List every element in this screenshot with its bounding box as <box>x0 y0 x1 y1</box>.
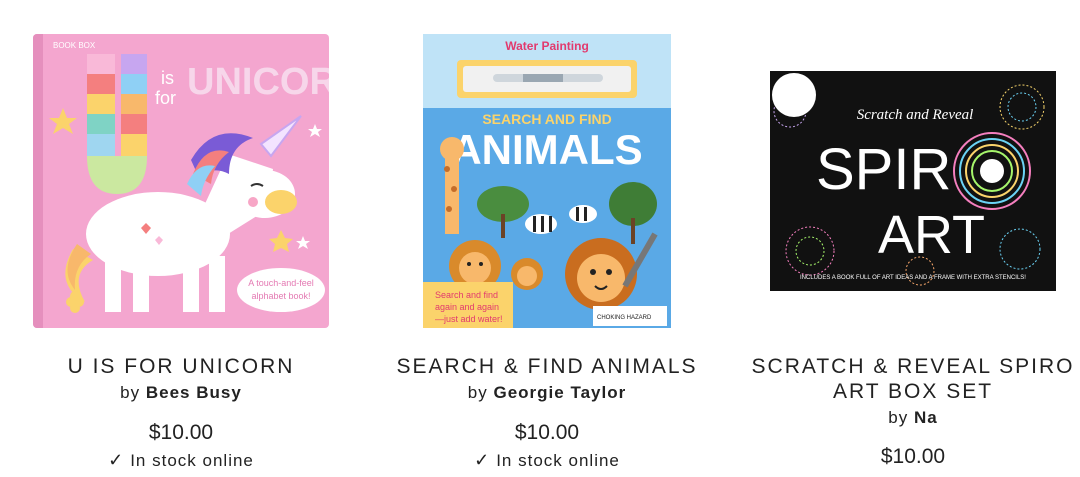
cover-badge-line2: alphabet book! <box>251 291 310 301</box>
product-card: Water Painting SEARCH AND FIND ANIMALS S… <box>377 0 717 477</box>
cover-publisher: BOOK BOX <box>53 41 96 50</box>
stock-label: In stock online <box>496 451 620 470</box>
check-icon: ✓ <box>474 450 491 470</box>
cover-word-spiro: SPIR <box>816 137 951 202</box>
check-icon: ✓ <box>108 450 125 470</box>
cover-footer: INCLUDES A BOOK FULL OF ART IDEAS AND A … <box>800 275 1026 281</box>
product-title-line1: SCRATCH & REVEAL SPIRO <box>751 355 1075 378</box>
book-cover-link[interactable]: Scratch and Reveal SPIR ART INCLUDES A B… <box>770 71 1056 291</box>
product-title[interactable]: SCRATCH & REVEAL SPIRO ART BOX SET <box>743 354 1080 404</box>
cover-word-art: ART <box>878 205 985 265</box>
cover-note-line3: —just add water! <box>435 314 503 324</box>
book-cover-link[interactable]: Water Painting SEARCH AND FIND ANIMALS S… <box>423 34 671 328</box>
product-title[interactable]: U IS FOR UNICORN <box>11 354 351 379</box>
cover-subtitle: SEARCH AND FIND <box>482 111 611 127</box>
cover-badge: A touch-and-feel alphabet book! <box>237 268 325 312</box>
product-title-line2: ART BOX SET <box>832 380 994 403</box>
book-cover-image: Water Painting SEARCH AND FIND ANIMALS S… <box>423 34 671 328</box>
product-price: $10.00 <box>148 421 214 444</box>
book-cover-link[interactable]: BOOK BOX is for UNICORN <box>33 34 329 328</box>
product-author-line: by Bees Busy <box>11 383 351 403</box>
cover-text-for: for <box>155 88 176 108</box>
cover-main-title: ANIMALS <box>451 126 642 173</box>
product-grid: BOOK BOX is for UNICORN <box>0 0 1080 477</box>
book-cover-image: BOOK BOX is for UNICORN <box>33 34 329 328</box>
stock-status: ✓ In stock online <box>377 450 717 471</box>
cover-badge-line1: A touch-and-feel <box>248 278 314 288</box>
cover-top-label: Scratch and Reveal <box>857 107 974 123</box>
book-cover-image: Scratch and Reveal SPIR ART INCLUDES A B… <box>770 71 1056 291</box>
stock-status: ✓ In stock online <box>11 450 351 471</box>
author-link[interactable]: Bees Busy <box>146 383 242 402</box>
product-author-line: by Na <box>743 408 1080 428</box>
by-label: by <box>888 408 909 427</box>
product-card: Scratch and Reveal SPIR ART INCLUDES A B… <box>743 0 1080 477</box>
cover-note-line2: again and again <box>435 302 499 312</box>
stock-label: In stock online <box>130 451 254 470</box>
by-label: by <box>120 383 141 402</box>
product-title[interactable]: SEARCH & FIND ANIMALS <box>377 354 717 379</box>
product-price: $10.00 <box>880 445 946 468</box>
product-card: BOOK BOX is for UNICORN <box>11 0 351 477</box>
author-link[interactable]: Na <box>914 408 938 427</box>
cover-title-word: UNICORN <box>187 61 329 103</box>
spirograph-wheel <box>953 132 1031 210</box>
by-label: by <box>467 383 488 402</box>
product-author-line: by Georgie Taylor <box>377 383 717 403</box>
product-price: $10.00 <box>514 421 580 444</box>
cover-badge <box>772 73 816 117</box>
cover-text-is: is <box>161 68 174 88</box>
cover-note-line1: Search and find <box>435 290 498 300</box>
author-link[interactable]: Georgie Taylor <box>493 383 626 402</box>
cover-top-label: Water Painting <box>505 39 589 53</box>
water-pen-illustration <box>457 60 637 98</box>
cover-warning: CHOKING HAZARD <box>597 315 652 321</box>
